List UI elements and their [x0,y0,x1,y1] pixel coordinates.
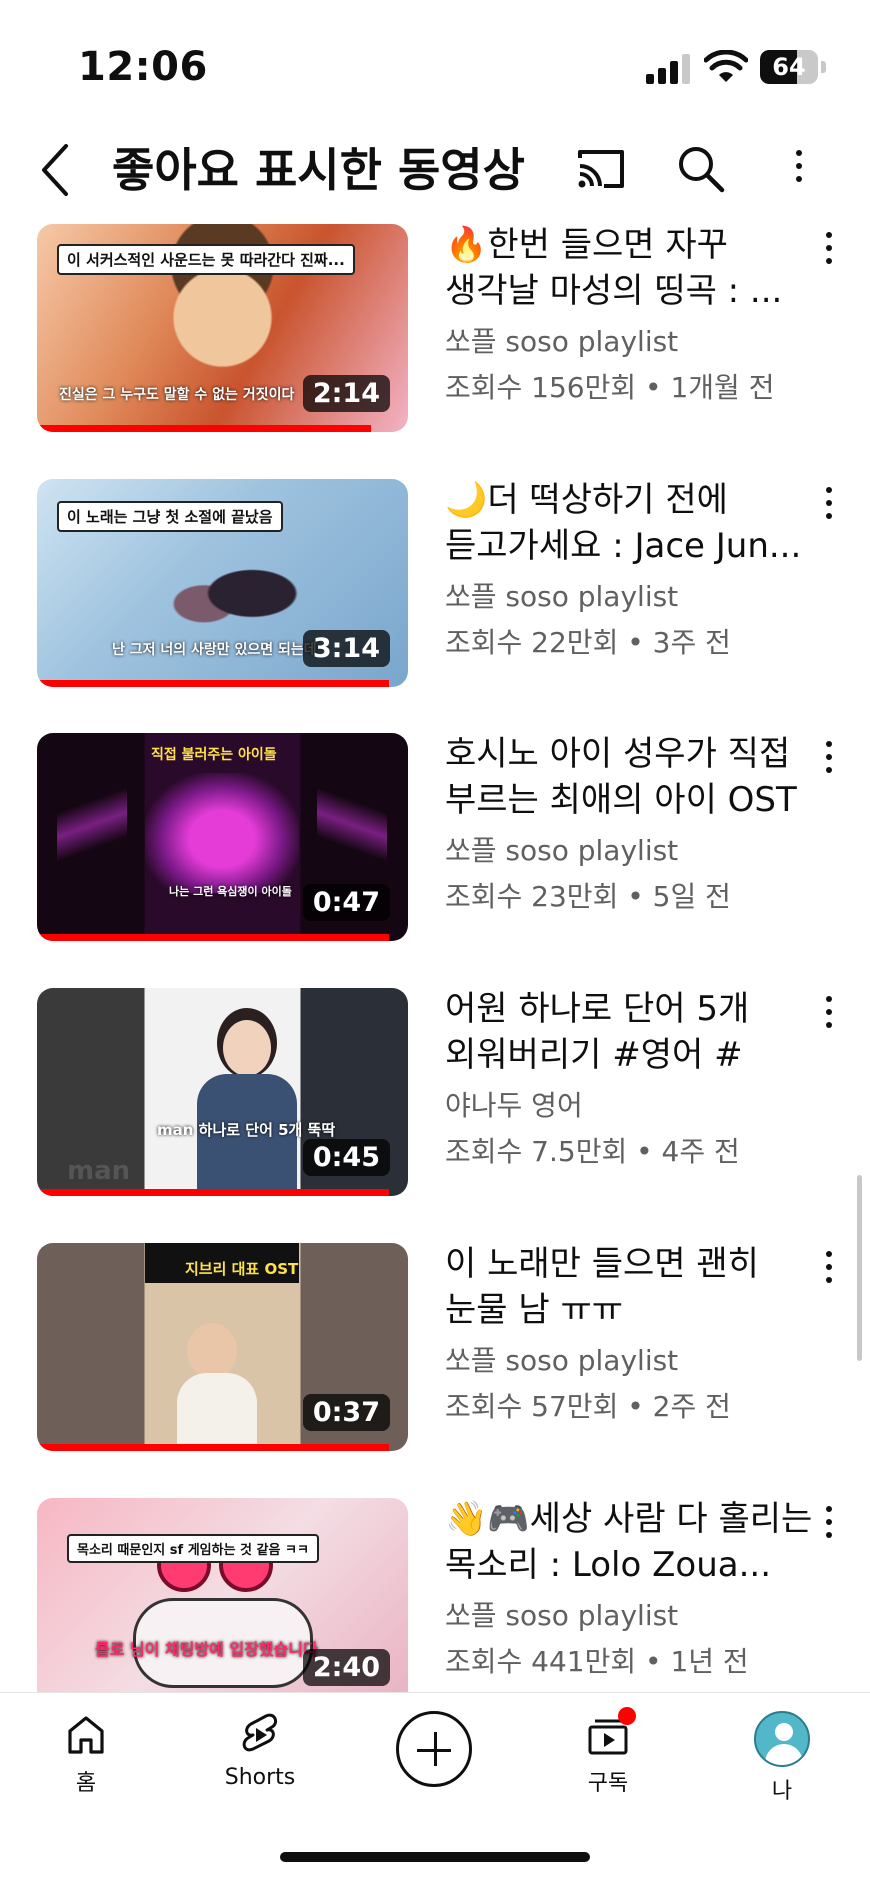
nav-home-label: 홈 [75,1771,97,1796]
video-item[interactable]: 이 서커스적인 사운드는 못 따라간다 진짜... 진실은 그 누구도 말할 수… [0,222,870,442]
cellular-signal-icon [646,54,694,84]
nav-shorts[interactable]: Shorts [190,1711,330,1821]
nav-you-label: 나 [771,1779,793,1804]
video-meta: 조회수 441만회 • 1년 전 [445,1645,749,1678]
notification-dot [618,1707,636,1725]
watch-progress-bar [37,680,390,687]
battery-level-text: 64 [772,53,806,81]
thumbnail-caption: 직접 불러주는 아이돌 [151,747,277,763]
nav-home[interactable]: 홈 [16,1711,156,1821]
thumbnail-caption: 목소리 때문인지 sf 게임하는 것 같음 ㅋㅋ [67,1534,319,1563]
video-title[interactable]: 🌙더 떡상하기 전에 듣고가세요 : Jace Jun... [445,477,815,569]
video-duration: 0:45 [302,1139,390,1176]
nav-you[interactable]: 나 [712,1711,852,1821]
thumbnail-subtitle: 난 그저 너의 사랑만 있으면 되는데 [112,642,317,658]
status-bar: 12:06 64 [0,0,870,130]
nav-shorts-label: Shorts [224,1765,296,1790]
avatar [754,1711,810,1767]
video-item[interactable]: 이 노래는 그냥 첫 소절에 끝났음 난 그저 너의 사랑만 있으면 되는데 3… [0,477,870,697]
video-channel[interactable]: 쏘플 soso playlist [445,1339,815,1379]
video-info: 🌙더 떡상하기 전에 듣고가세요 : Jace Jun... 쏘플 soso p… [445,477,815,661]
thumbnail-caption: 지브리 대표 OST [185,1260,299,1278]
video-title[interactable]: 어원 하나로 단어 5개 외워버리기 #영어 #영어... [445,986,815,1078]
video-duration: 3:14 [302,630,390,667]
video-info: 이 노래만 들으면 괜히 눈물 남 ㅠㅠ 쏘플 soso playlist 조회… [445,1241,815,1425]
thumbnail-subtitle: man [67,1156,131,1186]
nav-subscriptions-label: 구독 [587,1771,629,1796]
video-item[interactable]: man 하나로 단어 5개 뚝딱 man 0:45 어원 하나로 단어 5개 외… [0,986,870,1206]
home-indicator [280,1852,590,1862]
shorts-icon [242,1713,278,1752]
video-meta: 조회수 23만회 • 5일 전 [445,880,731,913]
nav-subscriptions[interactable]: 구독 [538,1707,678,1821]
video-channel[interactable]: 야나두 영어 [445,1084,815,1124]
video-info: 👋🎮세상 사람 다 홀리는 목소리 : Lolo Zoua... 쏘플 soso… [445,1496,815,1680]
watch-progress-bar [37,1189,390,1196]
video-meta: 조회수 57만회 • 2주 전 [445,1390,731,1423]
video-duration: 2:40 [302,1649,390,1686]
video-title[interactable]: 호시노 아이 성우가 직접 부르는 최애의 아이 OST [445,731,815,823]
video-thumbnail[interactable]: man 하나로 단어 5개 뚝딱 man 0:45 [37,988,408,1196]
home-icon [68,1716,104,1754]
video-title[interactable]: 이 노래만 들으면 괜히 눈물 남 ㅠㅠ [445,1241,815,1333]
video-meta: 조회수 7.5만회 • 4주 전 [445,1135,740,1168]
scrollbar[interactable] [857,1175,862,1361]
video-channel[interactable]: 쏘플 soso playlist [445,320,815,360]
video-more-icon[interactable] [816,1506,842,1550]
watch-progress-bar [37,934,390,941]
video-duration: 0:47 [302,884,390,921]
video-info: 호시노 아이 성우가 직접 부르는 최애의 아이 OST 쏘플 soso pla… [445,731,815,915]
video-info: 🔥한번 들으면 자꾸 생각날 마성의 띵곡 : ... 쏘플 soso play… [445,222,815,406]
video-info: 어원 하나로 단어 5개 외워버리기 #영어 #영어... 야나두 영어 조회수… [445,986,815,1170]
video-more-icon[interactable] [816,487,842,531]
video-item[interactable]: 직접 불러주는 아이돌 나는 그런 욕심쟁이 아이돌 0:47 호시노 아이 성… [0,731,870,951]
create-plus-icon[interactable] [396,1711,472,1787]
video-more-icon[interactable] [816,996,842,1040]
thumbnail-caption: 이 서커스적인 사운드는 못 따라간다 진짜... [57,244,355,275]
thumbnail-caption: 이 노래는 그냥 첫 소절에 끝났음 [57,501,283,532]
video-item[interactable]: 목소리 때문인지 sf 게임하는 것 같음 ㅋㅋ 롤로 님이 채팅방에 입장했습… [0,1496,870,1716]
status-time: 12:06 [78,44,208,90]
video-thumbnail[interactable]: 지브리 대표 OST 0:37 [37,1243,408,1451]
more-options-icon[interactable] [786,144,812,194]
video-channel[interactable]: 쏘플 soso playlist [445,1594,815,1634]
top-app-bar: 좋아요 표시한 동영상 [0,130,870,230]
video-more-icon[interactable] [816,232,842,276]
video-meta: 조회수 22만회 • 3주 전 [445,626,731,659]
video-title[interactable]: 👋🎮세상 사람 다 홀리는 목소리 : Lolo Zoua... [445,1496,815,1588]
video-channel[interactable]: 쏘플 soso playlist [445,575,815,615]
video-duration: 0:37 [302,1394,390,1431]
video-thumbnail[interactable]: 목소리 때문인지 sf 게임하는 것 같음 ㅋㅋ 롤로 님이 채팅방에 입장했습… [37,1498,408,1706]
video-more-icon[interactable] [816,741,842,785]
video-duration: 2:14 [302,375,390,412]
watch-progress-bar [37,1444,390,1451]
thumbnail-subtitle: 롤로 님이 채팅방에 입장했습니다 [95,1640,318,1659]
video-item[interactable]: 지브리 대표 OST 0:37 이 노래만 들으면 괜히 눈물 남 ㅠㅠ 쏘플 … [0,1241,870,1461]
video-meta: 조회수 156만회 • 1개월 전 [445,371,775,404]
battery-icon: 64 [760,50,826,84]
cast-icon[interactable] [574,142,628,196]
thumbnail-subtitle: 진실은 그 누구도 말할 수 없는 거짓이다 [59,387,295,403]
page-title: 좋아요 표시한 동영상 [112,143,525,197]
video-thumbnail[interactable]: 이 서커스적인 사운드는 못 따라간다 진짜... 진실은 그 누구도 말할 수… [37,224,408,432]
search-icon[interactable] [676,142,726,196]
wifi-icon [704,50,748,82]
video-thumbnail[interactable]: 이 노래는 그냥 첫 소절에 끝났음 난 그저 너의 사랑만 있으면 되는데 3… [37,479,408,687]
watch-progress-bar [37,425,371,432]
screen: 12:06 64 좋아요 표시한 동영상 이 서커스적인 사운드는 못 따라간다… [0,0,870,1884]
video-title[interactable]: 🔥한번 들으면 자꾸 생각날 마성의 띵곡 : ... [445,222,815,314]
back-arrow-icon[interactable] [36,140,76,200]
video-channel[interactable]: 쏘플 soso playlist [445,829,815,869]
thumbnail-subtitle: 나는 그런 욕심쟁이 아이돌 [169,885,292,898]
video-thumbnail[interactable]: 직접 불러주는 아이돌 나는 그런 욕심쟁이 아이돌 0:47 [37,733,408,941]
video-more-icon[interactable] [816,1251,842,1295]
